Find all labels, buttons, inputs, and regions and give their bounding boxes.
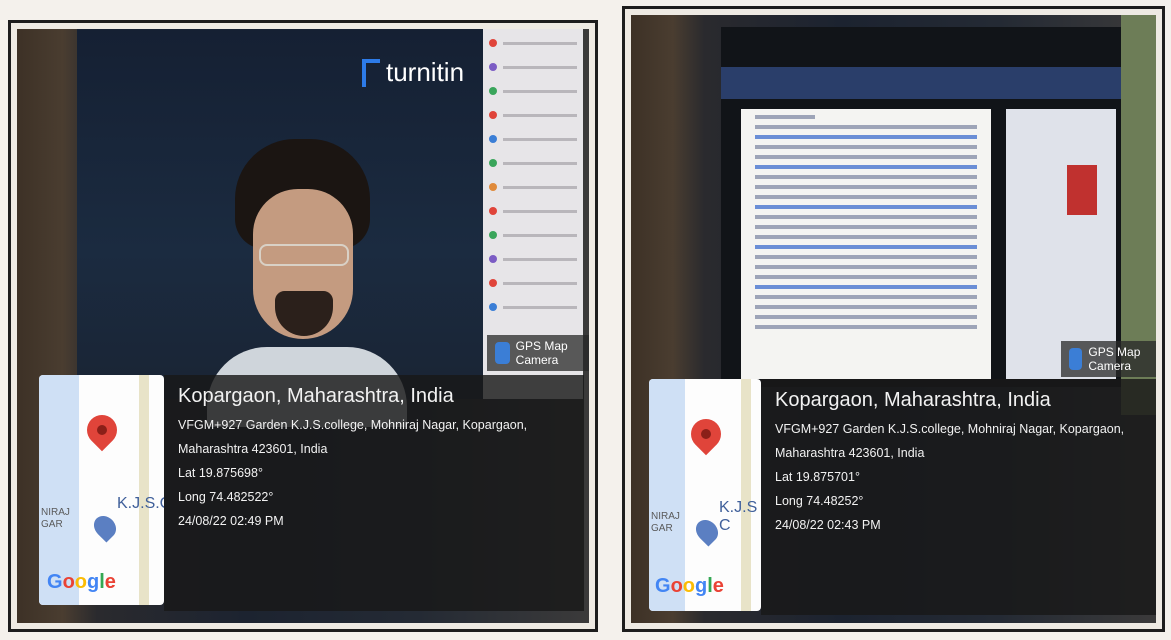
timestamp: 24/08/22 02:43 PM <box>775 518 881 532</box>
address-line-1: VFGM+927 Garden K.J.S.college, Mohniraj … <box>775 422 1125 436</box>
timestamp: 24/08/22 02:49 PM <box>178 514 284 528</box>
google-logo: Google <box>47 571 116 593</box>
latitude: Lat 19.875701° <box>775 470 860 484</box>
address-line-1: VFGM+927 Garden K.J.S.college, Mohniraj … <box>178 418 528 432</box>
location-info: Kopargaon, Maharashtra, India VFGM+927 G… <box>761 379 1156 615</box>
turnitin-label: turnitin <box>386 57 465 87</box>
gps-camera-badge: GPS Map Camera <box>1061 341 1156 377</box>
map-thumbnail: K.J.S.C NIRAJ GAR Google <box>39 375 164 605</box>
browser-toolbar <box>721 67 1121 99</box>
map-area-label: NIRAJ GAR <box>651 511 680 534</box>
location-info: Kopargaon, Maharashtra, India VFGM+927 G… <box>164 375 584 611</box>
map-area-label: NIRAJ GAR <box>41 507 70 530</box>
red-tile <box>1067 165 1097 215</box>
college-poi-icon <box>691 515 723 547</box>
location-pin-icon <box>80 408 124 452</box>
college-poi-icon <box>89 511 121 543</box>
glasses <box>259 244 349 266</box>
right-photo: GPS Map Camera K.J.S C NIRAJ GAR Google … <box>631 15 1156 623</box>
longitude: Long 74.48252° <box>775 494 864 508</box>
turnitin-logo: turnitin <box>362 57 464 88</box>
document-page <box>741 109 991 379</box>
location-title: Kopargaon, Maharashtra, India <box>775 389 1051 411</box>
location-title: Kopargaon, Maharashtra, India <box>178 385 454 407</box>
turnitin-icon <box>362 58 380 87</box>
gps-camera-label: GPS Map Camera <box>515 339 568 367</box>
document-sidebar <box>1006 109 1116 379</box>
gps-camera-label: GPS Map Camera <box>1088 345 1141 373</box>
left-photo: turnitin GPS Map Camera K.J.S. NIRAJ GAR… <box>17 29 589 623</box>
gps-camera-icon <box>1069 348 1083 370</box>
gps-camera-badge: GPS Map Camera <box>487 335 589 371</box>
latitude: Lat 19.875698° <box>178 466 263 480</box>
left-photo-frame: turnitin GPS Map Camera K.J.S. NIRAJ GAR… <box>8 20 598 632</box>
gps-camera-icon <box>495 342 510 364</box>
longitude: Long 74.482522° <box>178 490 274 504</box>
google-logo: Google <box>655 575 724 597</box>
right-photo-frame: GPS Map Camera K.J.S C NIRAJ GAR Google … <box>622 6 1165 632</box>
map-thumbnail: K.J.S C NIRAJ GAR Google <box>649 379 761 611</box>
location-pin-icon <box>684 412 728 456</box>
address-line-2: Maharashtra 423601, India <box>775 446 925 460</box>
map-poi-label: K.J.S.C <box>117 495 164 512</box>
monitor-screen <box>721 27 1121 387</box>
address-line-2: Maharashtra 423601, India <box>178 442 328 456</box>
map-poi-label: K.J.S C <box>719 499 758 534</box>
